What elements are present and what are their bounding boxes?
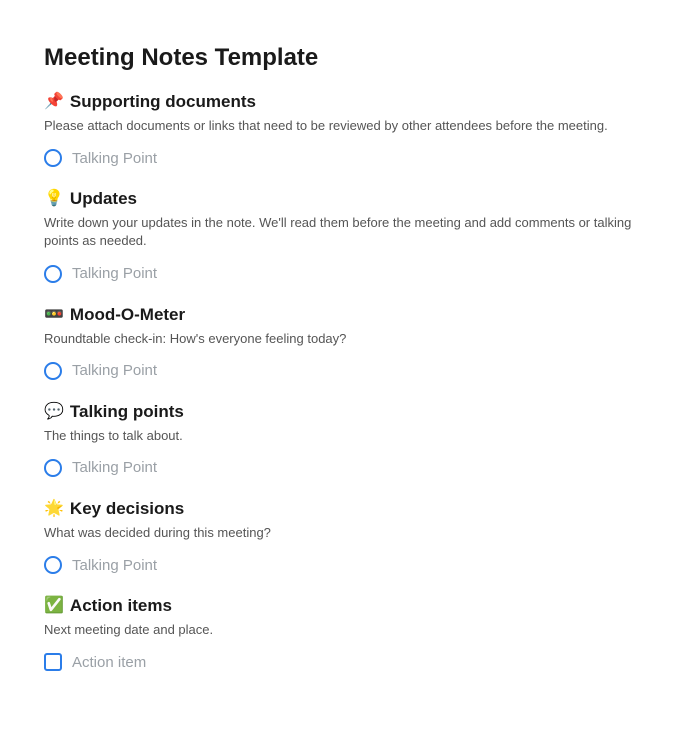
talking-point-item[interactable]: Talking Point (44, 261, 640, 287)
section-description: What was decided during this meeting? (44, 524, 640, 542)
radio-icon[interactable] (44, 459, 62, 477)
radio-icon[interactable] (44, 556, 62, 574)
talking-point-placeholder[interactable]: Talking Point (72, 150, 157, 167)
section-heading: 📌 Supporting documents (44, 92, 640, 112)
talking-point-placeholder[interactable]: Talking Point (72, 362, 157, 379)
star-icon: 🌟 (44, 501, 64, 517)
talking-point-placeholder[interactable]: Talking Point (72, 265, 157, 282)
section-heading-text: Key decisions (70, 499, 184, 519)
talking-point-item[interactable]: Talking Point (44, 455, 640, 481)
talking-point-item[interactable]: Talking Point (44, 145, 640, 171)
traffic-light-icon: 🚥 (44, 307, 64, 323)
section-heading-text: Updates (70, 189, 137, 209)
section-heading-text: Mood-O-Meter (70, 305, 185, 325)
radio-icon[interactable] (44, 149, 62, 167)
section-heading-text: Action items (70, 596, 172, 616)
section-talking-points: 💬 Talking points The things to talk abou… (44, 402, 640, 481)
section-heading: ✅ Action items (44, 596, 640, 616)
talking-point-placeholder[interactable]: Talking Point (72, 459, 157, 476)
section-heading: 🚥 Mood-O-Meter (44, 305, 640, 325)
section-description: Roundtable check-in: How's everyone feel… (44, 330, 640, 348)
section-heading-text: Talking points (70, 402, 184, 422)
section-heading: 💬 Talking points (44, 402, 640, 422)
section-updates: 💡 Updates Write down your updates in the… (44, 189, 640, 286)
speech-bubble-icon: 💬 (44, 404, 64, 420)
section-heading: 💡 Updates (44, 189, 640, 209)
lightbulb-icon: 💡 (44, 191, 64, 207)
section-key-decisions: 🌟 Key decisions What was decided during … (44, 499, 640, 578)
section-action-items: ✅ Action items Next meeting date and pla… (44, 596, 640, 675)
pushpin-icon: 📌 (44, 94, 64, 110)
section-description: Write down your updates in the note. We'… (44, 214, 640, 250)
section-heading: 🌟 Key decisions (44, 499, 640, 519)
section-heading-text: Supporting documents (70, 92, 256, 112)
check-mark-icon: ✅ (44, 598, 64, 614)
section-mood-o-meter: 🚥 Mood-O-Meter Roundtable check-in: How'… (44, 305, 640, 384)
talking-point-item[interactable]: Talking Point (44, 552, 640, 578)
section-description: Next meeting date and place. (44, 621, 640, 639)
section-description: The things to talk about. (44, 427, 640, 445)
page-title: Meeting Notes Template (44, 44, 640, 72)
radio-icon[interactable] (44, 362, 62, 380)
radio-icon[interactable] (44, 265, 62, 283)
section-description: Please attach documents or links that ne… (44, 117, 640, 135)
action-item-placeholder[interactable]: Action item (72, 654, 146, 671)
section-supporting-documents: 📌 Supporting documents Please attach doc… (44, 92, 640, 171)
talking-point-item[interactable]: Talking Point (44, 358, 640, 384)
talking-point-placeholder[interactable]: Talking Point (72, 557, 157, 574)
action-item[interactable]: Action item (44, 649, 640, 675)
checkbox-icon[interactable] (44, 653, 62, 671)
